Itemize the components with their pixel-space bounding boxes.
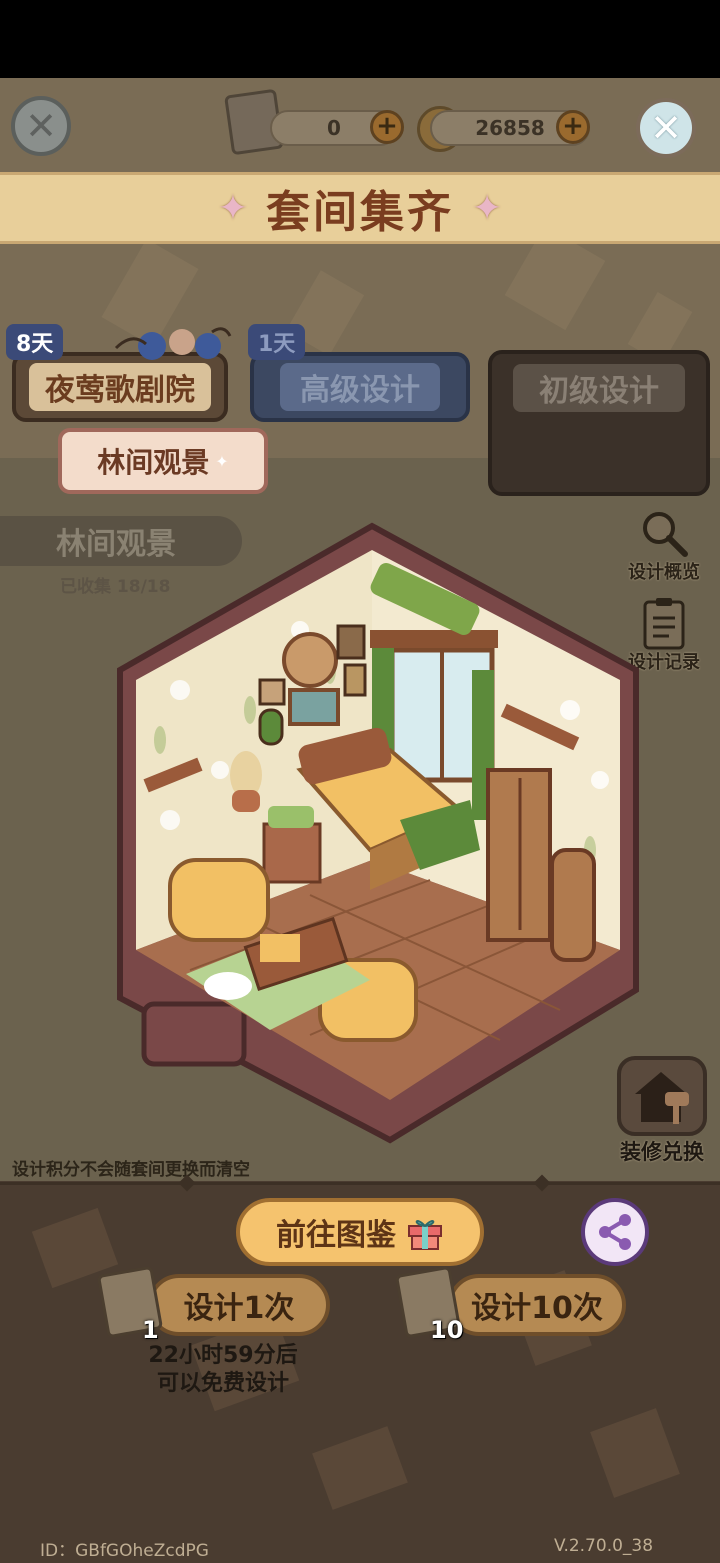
sparkle-icon: ✦ bbox=[215, 451, 229, 471]
flower-decoration-icon bbox=[114, 327, 232, 360]
app-version: V.2.70.0_38 bbox=[554, 1536, 654, 1556]
design-ten-cost: 10 bbox=[430, 1316, 464, 1344]
tab-label: 高级设计 bbox=[280, 363, 440, 411]
design-ten-label: 设计10次 bbox=[471, 1291, 603, 1326]
coin-amount: 26858 bbox=[475, 116, 545, 140]
tab-label: 初级设计 bbox=[513, 364, 685, 412]
tab-basic-design[interactable]: 初级设计 bbox=[488, 350, 710, 496]
decoration-exchange-button[interactable]: 装修兑换 bbox=[612, 1056, 712, 1166]
back-button[interactable]: ✕ bbox=[11, 96, 71, 156]
house-paint-roller-icon bbox=[617, 1056, 707, 1136]
set-selector-tab[interactable]: 林间观景 ✦ bbox=[58, 428, 268, 494]
tab-advanced-design[interactable]: 高级设计 bbox=[250, 352, 470, 422]
tab-days-badge: 1天 bbox=[248, 324, 306, 360]
tab-days-badge: 8天 bbox=[6, 324, 64, 360]
gift-icon bbox=[408, 1220, 442, 1250]
add-coins-button[interactable]: + bbox=[556, 110, 590, 144]
divider-line bbox=[0, 1182, 720, 1185]
free-timer-countdown: 22小时59分后 bbox=[148, 1343, 298, 1368]
close-button[interactable]: ✕ bbox=[636, 98, 696, 158]
star-icon: ✦ bbox=[217, 187, 248, 229]
page-title: 套间集齐 bbox=[266, 187, 454, 238]
player-id: ID：GBfGOheZcdPG bbox=[40, 1541, 209, 1561]
set-selector-label: 林间观景 bbox=[97, 446, 210, 479]
title-banner: ✦ 套间集齐 ✦ bbox=[0, 172, 720, 244]
design-ten-button[interactable]: 设计10次 bbox=[448, 1274, 626, 1336]
gallery-label: 前往图鉴 bbox=[276, 1218, 396, 1253]
status-bar bbox=[0, 0, 720, 78]
free-design-timer: 22小时59分后 可以免费设计 bbox=[128, 1342, 318, 1398]
design-once-label: 设计1次 bbox=[183, 1291, 295, 1326]
design-once-cost: 1 bbox=[142, 1316, 159, 1344]
share-button[interactable] bbox=[581, 1198, 649, 1266]
design-once-button[interactable]: 设计1次 bbox=[148, 1274, 330, 1336]
room-preview bbox=[117, 522, 639, 1144]
go-to-gallery-button[interactable]: 前往图鉴 bbox=[236, 1198, 484, 1266]
decoration-exchange-label: 装修兑换 bbox=[620, 1140, 704, 1164]
add-tickets-button[interactable]: + bbox=[370, 110, 404, 144]
points-hint-text: 设计积分不会随套间更换而清空 bbox=[12, 1160, 250, 1180]
share-icon bbox=[599, 1214, 631, 1250]
close-icon: ✕ bbox=[650, 106, 682, 150]
tab-label: 夜莺歌剧院 bbox=[29, 363, 211, 411]
star-icon: ✦ bbox=[472, 187, 503, 229]
free-timer-caption: 可以免费设计 bbox=[156, 1371, 289, 1396]
ticket-amount: 0 bbox=[327, 116, 341, 140]
close-icon: ✕ bbox=[25, 104, 57, 148]
